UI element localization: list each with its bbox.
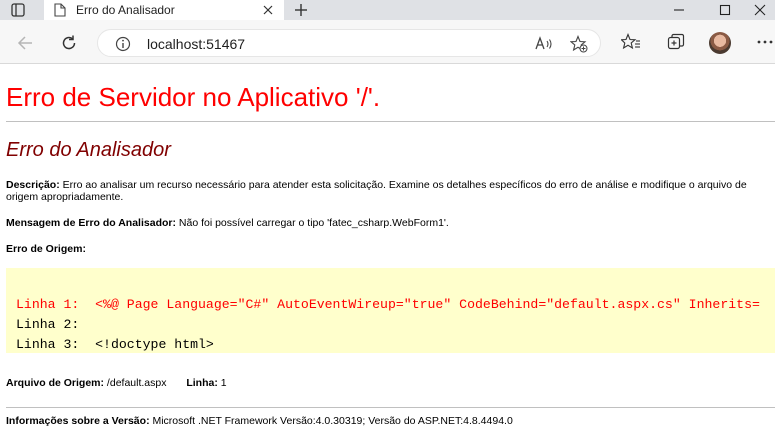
tab-close-button[interactable] <box>260 2 276 18</box>
parser-message-label: Mensagem de Erro do Analisador: <box>6 217 176 229</box>
favorites-button[interactable] <box>620 31 642 53</box>
line-label: Linha: <box>186 377 218 389</box>
description-paragraph: Descrição: Erro ao analisar um recurso n… <box>6 179 766 203</box>
description-text: Erro ao analisar um recurso necessário p… <box>6 179 747 203</box>
divider-bottom <box>6 407 775 408</box>
favorites-icon <box>621 33 640 50</box>
code-line-3: Linha 3: <!doctype html> <box>16 337 214 352</box>
tab-actions-icon <box>11 3 25 17</box>
divider <box>6 121 775 122</box>
version-label: Informações sobre a Versão: <box>6 415 150 427</box>
plus-icon <box>295 4 307 16</box>
refresh-icon <box>62 35 76 50</box>
tab-strip: Erro do Analisador <box>0 0 775 20</box>
page-title: Erro de Servidor no Aplicativo '/'. <box>6 82 381 112</box>
parser-message-text: Não foi possível carregar o tipo 'fatec_… <box>175 217 449 229</box>
page-subtitle: Erro do Analisador <box>6 139 171 161</box>
code-line-3-code: <!doctype html> <box>95 337 214 352</box>
maximize-icon <box>719 4 731 16</box>
address-bar[interactable]: localhost:51467 <box>97 29 601 57</box>
code-line-2-prefix: Linha 2: <box>16 317 96 332</box>
description-label: Descrição: <box>6 179 60 191</box>
info-icon[interactable] <box>114 35 132 53</box>
new-tab-button[interactable] <box>290 0 312 20</box>
source-code-box: Linha 1: <%@ Page Language="C#" AutoEven… <box>6 268 775 353</box>
page-content: Erro de Servidor no Aplicativo '/'. Erro… <box>0 65 775 436</box>
version-text: Microsoft .NET Framework Versão:4.0.3031… <box>149 415 513 427</box>
minimize-icon <box>674 9 684 11</box>
collections-button[interactable] <box>665 31 687 53</box>
more-dots-icon <box>757 40 773 44</box>
browser-toolbar: localhost:51467 <box>0 20 775 64</box>
source-file-paragraph: Arquivo de Origem: /default.aspx Linha: … <box>6 377 766 389</box>
code-line-3-prefix: Linha 3: <box>16 337 96 352</box>
code-line-1: Linha 1: <%@ Page Language="C#" AutoEven… <box>16 297 760 312</box>
tab-title: Erro do Analisador <box>76 3 175 17</box>
page-icon <box>54 3 66 17</box>
add-favorite-icon[interactable] <box>570 35 588 53</box>
line-value: 1 <box>217 377 227 389</box>
settings-more-button[interactable] <box>755 31 775 53</box>
source-file-value: /default.aspx <box>104 377 167 389</box>
maximize-button[interactable] <box>705 0 745 20</box>
read-aloud-icon[interactable] <box>535 35 553 53</box>
url-text[interactable]: localhost:51467 <box>147 36 245 52</box>
code-line-1-code: <%@ Page Language="C#" AutoEventWireup="… <box>95 297 760 312</box>
close-icon <box>263 5 273 15</box>
close-window-button[interactable] <box>745 0 775 20</box>
refresh-button[interactable] <box>56 30 82 56</box>
profile-avatar[interactable] <box>709 32 731 54</box>
close-window-icon <box>754 4 766 16</box>
arrow-left-icon <box>17 36 32 50</box>
source-file-label: Arquivo de Origem: <box>6 377 105 389</box>
code-line-1-prefix: Linha 1: <box>16 297 96 312</box>
minimize-button[interactable] <box>659 0 699 20</box>
source-error-heading: Erro de Origem: <box>6 243 766 255</box>
version-paragraph: Informações sobre a Versão: Microsoft .N… <box>6 415 766 427</box>
back-button[interactable] <box>12 30 38 56</box>
tab-actions-button[interactable] <box>0 0 36 20</box>
collections-icon <box>667 33 685 50</box>
browser-tab-active[interactable]: Erro do Analisador <box>44 0 284 20</box>
parser-message-paragraph: Mensagem de Erro do Analisador: Não foi … <box>6 217 766 229</box>
code-line-2: Linha 2: <box>16 317 95 332</box>
source-error-label: Erro de Origem: <box>6 243 86 255</box>
